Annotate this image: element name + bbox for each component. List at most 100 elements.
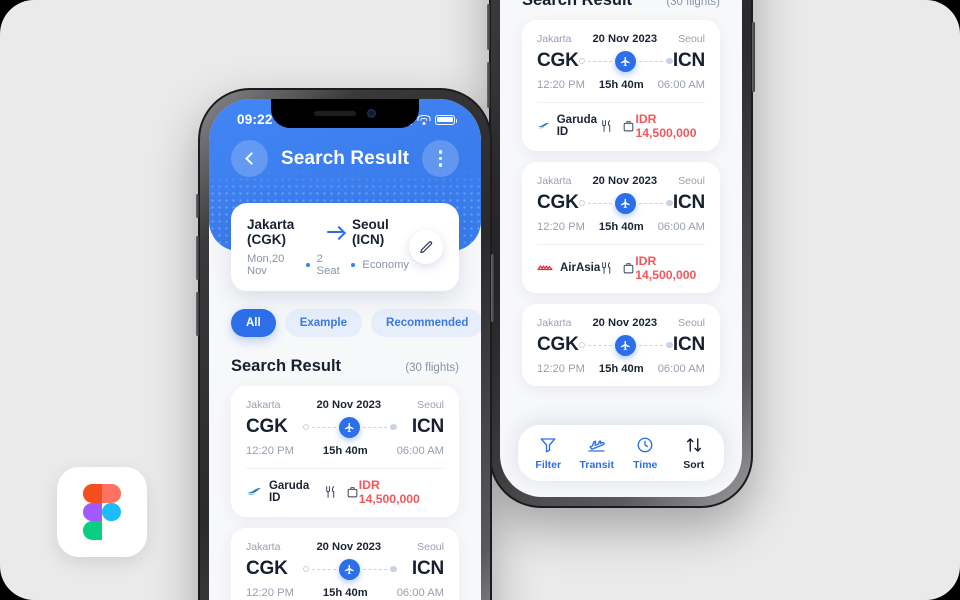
airline-name: Garuda ID	[268, 480, 310, 504]
amenities	[600, 119, 635, 133]
flight-path-indicator	[579, 192, 673, 214]
status-time: 09:22	[237, 112, 273, 127]
bottom-nav-time[interactable]: Time	[621, 436, 670, 471]
pencil-icon	[419, 240, 432, 253]
depart-time: 12:20 PM	[246, 587, 294, 599]
flight-duration: 15h 40m	[598, 79, 644, 91]
figma-segment-orange	[83, 484, 102, 503]
meal-icon	[326, 486, 335, 498]
destination-code: ICN	[411, 558, 444, 579]
screenshot-canvas: Jakarta (CGK) Seoul (ICN) Mon,20 Nov 2 S…	[0, 0, 960, 600]
card-divider	[537, 244, 705, 245]
path-start-dot-icon	[579, 58, 585, 64]
page-title: Search Result	[280, 147, 410, 169]
search-result-count: (30 flights)	[405, 362, 459, 374]
flight-path-indicator	[579, 50, 673, 72]
bottom-nav-filter[interactable]: Filter	[524, 436, 573, 471]
trip-meta: Mon,20 Nov 2 Seat Economy	[247, 253, 409, 277]
plane-icon	[339, 558, 360, 580]
origin-code: CGK	[246, 416, 288, 437]
origin-code: CGK	[537, 334, 579, 355]
arrow-right-icon	[326, 231, 343, 233]
front-camera-icon	[367, 109, 376, 118]
trip-summary-card[interactable]: Jakarta (CGK) Seoul (ICN) Mon,20 Nov 2 S…	[231, 203, 459, 291]
flight-duration: 15h 40m	[322, 587, 368, 599]
bottom-nav-transit[interactable]: Transit	[573, 436, 622, 471]
origin-city: Jakarta	[537, 33, 572, 45]
edit-trip-button[interactable]	[409, 230, 443, 264]
depart-time: 12:20 PM	[537, 221, 585, 233]
chip-example[interactable]: Example	[284, 309, 363, 337]
bottom-nav-sort[interactable]: Sort	[670, 436, 719, 471]
arrive-time: 06:00 AM	[396, 445, 444, 457]
bottom-nav-sort-label: Sort	[683, 459, 705, 471]
figma-segment-green	[83, 521, 102, 541]
filter-chips: All Example Recommended Promo	[209, 291, 481, 337]
origin-label: Jakarta (CGK)	[247, 217, 295, 247]
arrive-time: 06:00 AM	[396, 587, 444, 599]
destination-city: Seoul	[678, 317, 705, 329]
chip-recommended[interactable]: Recommended	[371, 309, 481, 337]
phone-front-screen: 09:22 Search Result Jakarta (CGK) Seoul …	[209, 99, 481, 600]
flight-price: IDR 14,500,000	[358, 478, 420, 506]
back-flight-card[interactable]: Jakarta 20 Nov 2023 Seoul CGK ICN 12:20 …	[522, 162, 720, 293]
arrive-time: 06:00 AM	[657, 363, 705, 375]
garuda-bird-icon	[246, 488, 261, 495]
origin-city: Jakarta	[246, 541, 281, 553]
amenities	[324, 485, 359, 499]
figma-segment-blue	[102, 502, 121, 522]
plane-icon	[615, 192, 636, 214]
more-options-button[interactable]	[422, 140, 459, 177]
flight-duration: 15h 40m	[598, 221, 644, 233]
flight-card[interactable]: Jakarta 20 Nov 2023 Seoul CGK ICN 12:20 …	[231, 386, 459, 517]
airline-name: Garuda ID	[556, 114, 597, 138]
meta-dot-icon	[351, 262, 356, 268]
flight-duration: 15h 40m	[322, 445, 368, 457]
meal-icon	[602, 262, 611, 274]
destination-code: ICN	[672, 334, 705, 355]
baggage-icon	[623, 263, 634, 274]
flight-card[interactable]: Jakarta 20 Nov 2023 Seoul CGK ICN 12:20 …	[231, 528, 459, 600]
origin-code: CGK	[246, 558, 288, 579]
depart-time: 12:20 PM	[537, 363, 585, 375]
bottom-nav-filter-label: Filter	[535, 459, 562, 471]
path-start-dot-icon	[579, 200, 585, 206]
flight-list: Jakarta 20 Nov 2023 Seoul CGK ICN 12:20 …	[209, 386, 481, 600]
destination-city: Seoul	[678, 175, 705, 187]
flight-date: 20 Nov 2023	[592, 175, 658, 187]
depart-time: 12:20 PM	[246, 445, 294, 457]
path-end-dot-icon	[390, 423, 397, 431]
back-flight-card[interactable]: Jakarta 20 Nov 2023 Seoul CGK ICN 12:20 …	[522, 304, 720, 386]
back-search-result-title: Search Result	[522, 0, 633, 9]
path-end-dot-icon	[666, 57, 673, 65]
more-vertical-icon	[438, 150, 443, 167]
plane-takeoff-icon	[588, 440, 605, 452]
destination-city: Seoul	[417, 541, 444, 553]
amenities	[600, 261, 635, 275]
chip-all[interactable]: All	[231, 309, 276, 337]
destination-code: ICN	[672, 192, 705, 213]
path-dash-line	[588, 344, 612, 346]
destination-code: ICN	[672, 50, 705, 71]
flight-path-indicator	[579, 334, 673, 356]
flight-date: 20 Nov 2023	[592, 33, 658, 45]
path-dash-line	[639, 344, 663, 346]
destination-city: Seoul	[417, 399, 444, 411]
card-divider	[537, 102, 705, 103]
origin-city: Jakarta	[537, 175, 572, 187]
arrive-time: 06:00 AM	[657, 79, 705, 91]
destination-label: Seoul (ICN)	[352, 217, 389, 247]
app-bar: Search Result	[209, 127, 481, 177]
plane-icon	[615, 50, 636, 72]
sort-arrows-icon	[686, 438, 701, 452]
flight-path-indicator	[303, 558, 397, 580]
airline-info: Garuda ID	[246, 480, 324, 504]
trip-info: Jakarta (CGK) Seoul (ICN) Mon,20 Nov 2 S…	[247, 217, 409, 277]
flight-price: IDR 14,500,000	[635, 254, 697, 282]
depart-time: 12:20 PM	[537, 79, 585, 91]
trip-route: Jakarta (CGK) Seoul (ICN)	[247, 217, 409, 247]
device-notch	[271, 99, 419, 128]
back-button[interactable]	[231, 140, 268, 177]
back-flight-card[interactable]: Jakarta 20 Nov 2023 Seoul CGK ICN 12:20 …	[522, 20, 720, 151]
flight-duration: 15h 40m	[598, 363, 644, 375]
